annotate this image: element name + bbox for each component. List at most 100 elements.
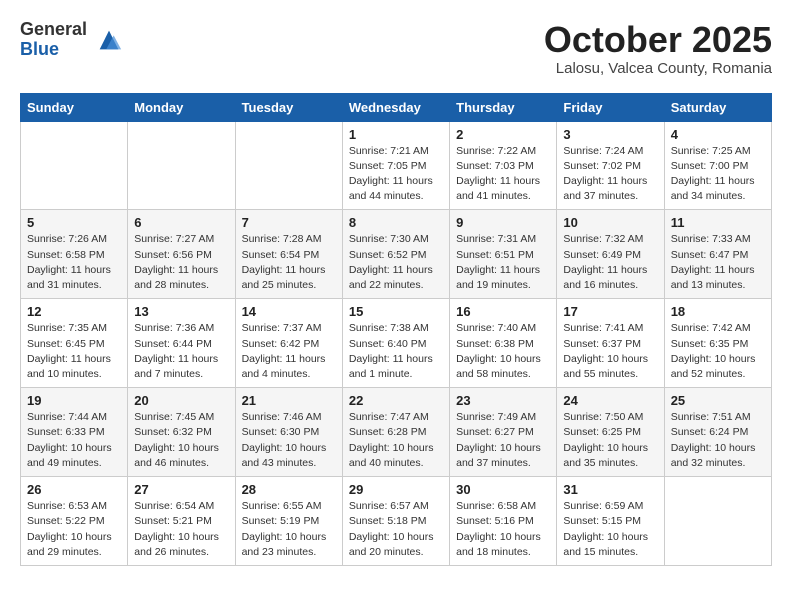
- day-number: 5: [27, 215, 121, 230]
- day-info: Sunrise: 7:44 AM Sunset: 6:33 PM Dayligh…: [27, 410, 121, 471]
- day-number: 2: [456, 127, 550, 142]
- weekday-header: Monday: [128, 93, 235, 121]
- day-number: 25: [671, 393, 765, 408]
- day-info: Sunrise: 7:33 AM Sunset: 6:47 PM Dayligh…: [671, 232, 765, 293]
- day-info: Sunrise: 7:51 AM Sunset: 6:24 PM Dayligh…: [671, 410, 765, 471]
- calendar-day-cell: 16Sunrise: 7:40 AM Sunset: 6:38 PM Dayli…: [450, 299, 557, 388]
- calendar-day-cell: 28 Sunrise: 6:55 AM Sunset: 5:19 PM Dayli…: [235, 477, 342, 566]
- day-number: 13: [134, 304, 228, 319]
- day-number: 30: [456, 482, 550, 497]
- day-number: 19: [27, 393, 121, 408]
- weekday-header: Saturday: [664, 93, 771, 121]
- calendar-day-cell: 25 Sunrise: 7:51 AM Sunset: 6:24 PM Dayli…: [664, 388, 771, 477]
- weekday-header-row: SundayMondayTuesdayWednesdayThursdayFrid…: [21, 93, 772, 121]
- calendar-day-cell: 19 Sunrise: 7:44 AM Sunset: 6:33 PM Dayli…: [21, 388, 128, 477]
- day-info: Sunrise: 7:46 AM Sunset: 6:30 PM Dayligh…: [242, 410, 336, 471]
- day-number: 17: [563, 304, 657, 319]
- day-info: Sunrise: 6:58 AM Sunset: 5:16 PM Dayligh…: [456, 499, 550, 560]
- calendar-day-cell: 29Sunrise: 6:57 AM Sunset: 5:18 PM Dayli…: [342, 477, 449, 566]
- calendar-day-cell: 31Sunrise: 6:59 AM Sunset: 5:15 PM Dayli…: [557, 477, 664, 566]
- calendar-day-cell: 18Sunrise: 7:42 AM Sunset: 6:35 PM Dayli…: [664, 299, 771, 388]
- calendar-day-cell: 3 Sunrise: 7:24 AM Sunset: 7:02 PM Daylig…: [557, 121, 664, 210]
- weekday-header: Tuesday: [235, 93, 342, 121]
- calendar-day-cell: 11Sunrise: 7:33 AM Sunset: 6:47 PM Dayli…: [664, 210, 771, 299]
- logo: General Blue: [20, 20, 123, 60]
- calendar-day-cell: 8 Sunrise: 7:30 AM Sunset: 6:52 PM Daylig…: [342, 210, 449, 299]
- day-info: Sunrise: 6:54 AM Sunset: 5:21 PM Dayligh…: [134, 499, 228, 560]
- day-info: Sunrise: 7:35 AM Sunset: 6:45 PM Dayligh…: [27, 321, 121, 382]
- day-info: Sunrise: 7:37 AM Sunset: 6:42 PM Dayligh…: [242, 321, 336, 382]
- calendar-week-row: 5 Sunrise: 7:26 AM Sunset: 6:58 PM Daylig…: [21, 210, 772, 299]
- day-info: Sunrise: 7:24 AM Sunset: 7:02 PM Dayligh…: [563, 144, 657, 205]
- day-info: Sunrise: 7:38 AM Sunset: 6:40 PM Dayligh…: [349, 321, 443, 382]
- day-number: 1: [349, 127, 443, 142]
- title-block: October 2025 Lalosu, Valcea County, Roma…: [544, 20, 772, 77]
- logo-icon: [95, 26, 123, 54]
- calendar-week-row: 12 Sunrise: 7:35 AM Sunset: 6:45 PM Dayli…: [21, 299, 772, 388]
- calendar-day-cell: 23 Sunrise: 7:49 AM Sunset: 6:27 PM Dayli…: [450, 388, 557, 477]
- calendar-day-cell: [235, 121, 342, 210]
- day-number: 3: [563, 127, 657, 142]
- day-info: Sunrise: 7:28 AM Sunset: 6:54 PM Dayligh…: [242, 232, 336, 293]
- calendar-day-cell: 5 Sunrise: 7:26 AM Sunset: 6:58 PM Daylig…: [21, 210, 128, 299]
- calendar-day-cell: 9 Sunrise: 7:31 AM Sunset: 6:51 PM Daylig…: [450, 210, 557, 299]
- day-info: Sunrise: 7:27 AM Sunset: 6:56 PM Dayligh…: [134, 232, 228, 293]
- day-info: Sunrise: 7:25 AM Sunset: 7:00 PM Dayligh…: [671, 144, 765, 205]
- calendar-day-cell: [128, 121, 235, 210]
- location-subtitle: Lalosu, Valcea County, Romania: [544, 60, 772, 77]
- day-info: Sunrise: 6:55 AM Sunset: 5:19 PM Dayligh…: [242, 499, 336, 560]
- calendar-day-cell: 21Sunrise: 7:46 AM Sunset: 6:30 PM Dayli…: [235, 388, 342, 477]
- day-number: 16: [456, 304, 550, 319]
- day-number: 20: [134, 393, 228, 408]
- day-number: 23: [456, 393, 550, 408]
- calendar-day-cell: 26Sunrise: 6:53 AM Sunset: 5:22 PM Dayli…: [21, 477, 128, 566]
- day-number: 6: [134, 215, 228, 230]
- calendar-week-row: 26Sunrise: 6:53 AM Sunset: 5:22 PM Dayli…: [21, 477, 772, 566]
- day-info: Sunrise: 6:59 AM Sunset: 5:15 PM Dayligh…: [563, 499, 657, 560]
- day-info: Sunrise: 7:26 AM Sunset: 6:58 PM Dayligh…: [27, 232, 121, 293]
- calendar-day-cell: 13 Sunrise: 7:36 AM Sunset: 6:44 PM Dayli…: [128, 299, 235, 388]
- day-number: 12: [27, 304, 121, 319]
- day-info: Sunrise: 7:36 AM Sunset: 6:44 PM Dayligh…: [134, 321, 228, 382]
- day-info: Sunrise: 7:41 AM Sunset: 6:37 PM Dayligh…: [563, 321, 657, 382]
- calendar-day-cell: 2 Sunrise: 7:22 AM Sunset: 7:03 PM Daylig…: [450, 121, 557, 210]
- calendar-day-cell: 10 Sunrise: 7:32 AM Sunset: 6:49 PM Dayli…: [557, 210, 664, 299]
- calendar-day-cell: 20Sunrise: 7:45 AM Sunset: 6:32 PM Dayli…: [128, 388, 235, 477]
- day-number: 27: [134, 482, 228, 497]
- day-number: 24: [563, 393, 657, 408]
- day-info: Sunrise: 7:31 AM Sunset: 6:51 PM Dayligh…: [456, 232, 550, 293]
- day-info: Sunrise: 7:22 AM Sunset: 7:03 PM Dayligh…: [456, 144, 550, 205]
- day-number: 10: [563, 215, 657, 230]
- calendar-day-cell: 4 Sunrise: 7:25 AM Sunset: 7:00 PM Daylig…: [664, 121, 771, 210]
- day-number: 14: [242, 304, 336, 319]
- calendar-day-cell: 15Sunrise: 7:38 AM Sunset: 6:40 PM Dayli…: [342, 299, 449, 388]
- calendar-day-cell: 6 Sunrise: 7:27 AM Sunset: 6:56 PM Daylig…: [128, 210, 235, 299]
- calendar-day-cell: 12 Sunrise: 7:35 AM Sunset: 6:45 PM Dayli…: [21, 299, 128, 388]
- day-number: 7: [242, 215, 336, 230]
- day-info: Sunrise: 7:32 AM Sunset: 6:49 PM Dayligh…: [563, 232, 657, 293]
- weekday-header: Wednesday: [342, 93, 449, 121]
- weekday-header: Friday: [557, 93, 664, 121]
- calendar-day-cell: [664, 477, 771, 566]
- logo-blue-text: Blue: [20, 40, 87, 60]
- day-info: Sunrise: 7:47 AM Sunset: 6:28 PM Dayligh…: [349, 410, 443, 471]
- day-info: Sunrise: 7:21 AM Sunset: 7:05 PM Dayligh…: [349, 144, 443, 205]
- day-info: Sunrise: 7:49 AM Sunset: 6:27 PM Dayligh…: [456, 410, 550, 471]
- calendar-day-cell: [21, 121, 128, 210]
- calendar-day-cell: 24Sunrise: 7:50 AM Sunset: 6:25 PM Dayli…: [557, 388, 664, 477]
- logo-general-text: General: [20, 20, 87, 40]
- day-number: 18: [671, 304, 765, 319]
- calendar-day-cell: 1 Sunrise: 7:21 AM Sunset: 7:05 PM Daylig…: [342, 121, 449, 210]
- calendar-week-row: 19 Sunrise: 7:44 AM Sunset: 6:33 PM Dayli…: [21, 388, 772, 477]
- day-number: 22: [349, 393, 443, 408]
- calendar-day-cell: 27 Sunrise: 6:54 AM Sunset: 5:21 PM Dayli…: [128, 477, 235, 566]
- day-info: Sunrise: 7:30 AM Sunset: 6:52 PM Dayligh…: [349, 232, 443, 293]
- day-number: 4: [671, 127, 765, 142]
- day-number: 8: [349, 215, 443, 230]
- day-number: 9: [456, 215, 550, 230]
- day-number: 26: [27, 482, 121, 497]
- calendar-day-cell: 7 Sunrise: 7:28 AM Sunset: 6:54 PM Daylig…: [235, 210, 342, 299]
- weekday-header: Thursday: [450, 93, 557, 121]
- calendar-day-cell: 30 Sunrise: 6:58 AM Sunset: 5:16 PM Dayli…: [450, 477, 557, 566]
- day-number: 28: [242, 482, 336, 497]
